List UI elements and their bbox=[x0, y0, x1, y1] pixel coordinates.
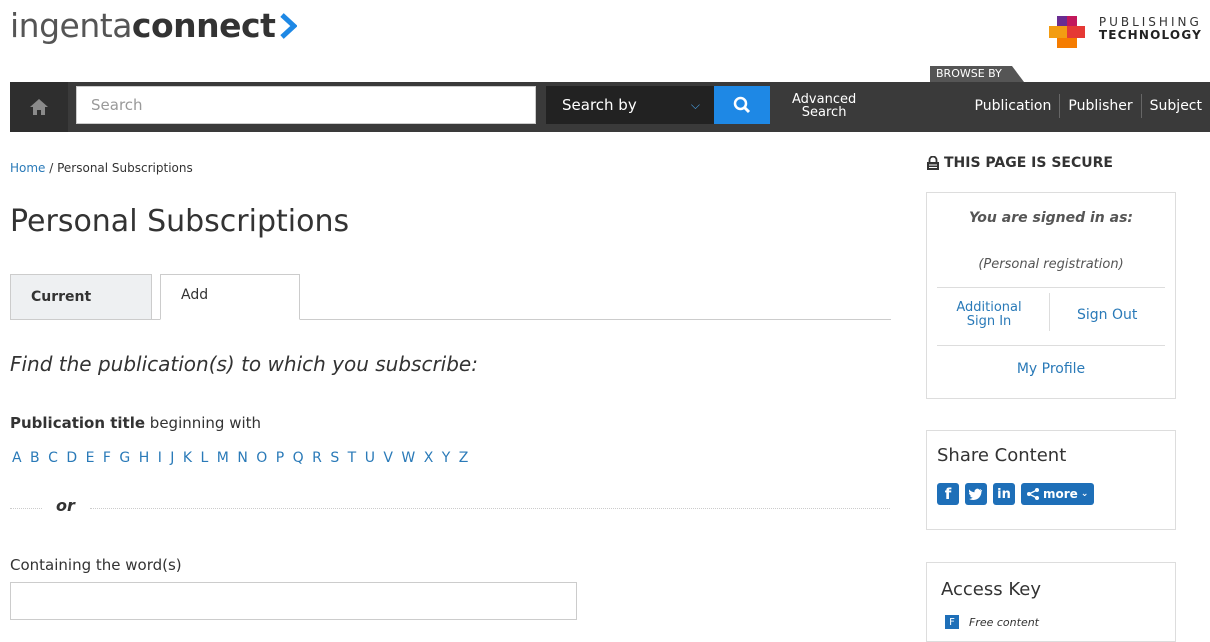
additional-line1: Additional bbox=[956, 300, 1022, 315]
browse-links: Publication Publisher Subject bbox=[967, 94, 1210, 118]
secure-text: THIS PAGE IS SECURE bbox=[944, 155, 1113, 171]
share-more-button[interactable]: more ⌄ bbox=[1021, 483, 1095, 505]
containing-words-label: Containing the word(s) bbox=[10, 556, 182, 574]
logo-chevron-icon bbox=[279, 8, 299, 47]
letter-link[interactable]: U bbox=[365, 450, 375, 466]
signed-in-panel: You are signed in as: (Personal registra… bbox=[926, 192, 1176, 399]
letter-link[interactable]: P bbox=[276, 450, 284, 466]
share-content-title: Share Content bbox=[937, 445, 1067, 466]
panel-divider bbox=[937, 345, 1165, 346]
tab-add[interactable]: Add bbox=[160, 274, 300, 320]
logo-bold-text: connect bbox=[131, 6, 276, 45]
search-by-label: Search by bbox=[562, 96, 637, 114]
home-icon bbox=[30, 99, 48, 115]
share-icons: f in more ⌄ bbox=[937, 483, 1095, 505]
free-content-label: Free content bbox=[969, 615, 1039, 629]
additional-line2: Sign In bbox=[966, 314, 1012, 329]
browse-publication-link[interactable]: Publication bbox=[967, 94, 1060, 118]
tab-current[interactable]: Current bbox=[10, 274, 152, 319]
pub-title-rest: beginning with bbox=[145, 414, 262, 432]
divider-line-left bbox=[10, 508, 42, 509]
browse-by-label: BROWSE BY bbox=[930, 66, 1024, 82]
publication-title-label: Publication title beginning with bbox=[10, 414, 261, 432]
letter-link[interactable]: A bbox=[12, 450, 22, 466]
access-key-free: F Free content bbox=[945, 615, 1039, 629]
letter-link[interactable]: N bbox=[237, 450, 247, 466]
letter-link[interactable]: X bbox=[424, 450, 434, 466]
advanced-line2: Search bbox=[801, 105, 847, 120]
subscription-tabs: Current Add bbox=[10, 274, 891, 320]
panel-divider bbox=[937, 287, 1165, 288]
share-icon bbox=[1027, 488, 1039, 500]
access-key-title: Access Key bbox=[941, 579, 1041, 600]
free-content-icon: F bbox=[945, 615, 959, 629]
secure-notice: THIS PAGE IS SECURE bbox=[926, 155, 1113, 171]
additional-sign-in-link[interactable]: Additional Sign In bbox=[941, 301, 1037, 329]
lock-icon bbox=[927, 156, 939, 170]
search-icon bbox=[733, 96, 751, 114]
twitter-icon[interactable] bbox=[965, 483, 987, 505]
browse-subject-link[interactable]: Subject bbox=[1140, 94, 1210, 118]
find-heading: Find the publication(s) to which you sub… bbox=[10, 352, 478, 376]
letter-link[interactable]: C bbox=[48, 450, 58, 466]
ingenta-logo[interactable]: ingentaconnect bbox=[10, 6, 299, 47]
my-profile-link[interactable]: My Profile bbox=[927, 361, 1175, 377]
letter-link[interactable]: B bbox=[30, 450, 40, 466]
or-label: or bbox=[56, 496, 75, 515]
search-by-dropdown[interactable]: Search by ⌵ bbox=[546, 86, 714, 124]
pt-mark-icon bbox=[1048, 16, 1089, 52]
letter-link[interactable]: Y bbox=[442, 450, 451, 466]
nav-bar: Search by ⌵ Advanced Search Publication … bbox=[10, 82, 1210, 132]
chevron-down-icon: ⌄ bbox=[1080, 489, 1089, 499]
breadcrumb-home-link[interactable]: Home bbox=[10, 161, 45, 175]
letter-link[interactable]: F bbox=[103, 450, 111, 466]
containing-words-input[interactable] bbox=[10, 582, 577, 620]
letter-link[interactable]: K bbox=[183, 450, 192, 466]
letter-link[interactable]: H bbox=[139, 450, 150, 466]
browse-publisher-link[interactable]: Publisher bbox=[1059, 94, 1140, 118]
letter-link[interactable]: W bbox=[401, 450, 415, 466]
share-content-panel: Share Content f in more ⌄ bbox=[926, 430, 1176, 530]
home-button[interactable] bbox=[10, 82, 68, 132]
alphabet-links: A B C D E F G H I J K L M N O P Q R S T … bbox=[12, 450, 472, 466]
letter-link[interactable]: O bbox=[256, 450, 267, 466]
site-header: ingentaconnect PUBLISHING TECHNOLOGY bbox=[0, 0, 1210, 80]
facebook-icon[interactable]: f bbox=[937, 483, 959, 505]
pub-title-bold: Publication title bbox=[10, 414, 146, 432]
publishing-technology-logo[interactable]: PUBLISHING TECHNOLOGY bbox=[1048, 16, 1202, 48]
letter-link[interactable]: R bbox=[312, 450, 322, 466]
advanced-search-link[interactable]: Advanced Search bbox=[792, 93, 856, 119]
letter-link[interactable]: J bbox=[170, 450, 174, 466]
letter-link[interactable]: M bbox=[217, 450, 229, 466]
letter-link[interactable]: S bbox=[330, 450, 339, 466]
sign-out-link[interactable]: Sign Out bbox=[1077, 307, 1137, 323]
linkedin-icon[interactable]: in bbox=[993, 483, 1015, 505]
access-key-panel: Access Key F Free content bbox=[926, 562, 1176, 642]
breadcrumb: Home / Personal Subscriptions bbox=[10, 161, 193, 175]
breadcrumb-separator: / bbox=[45, 161, 58, 175]
or-divider: or bbox=[10, 496, 891, 516]
registration-type: (Personal registration) bbox=[978, 257, 1124, 272]
signed-in-as-label: You are signed in as: bbox=[968, 210, 1134, 226]
letter-link[interactable]: Q bbox=[293, 450, 304, 466]
search-button[interactable] bbox=[714, 86, 770, 124]
logo-light-text: ingenta bbox=[10, 6, 132, 45]
pt-line2: TECHNOLOGY bbox=[1098, 28, 1202, 42]
letter-link[interactable]: V bbox=[383, 450, 393, 466]
letter-link[interactable]: T bbox=[348, 450, 357, 466]
breadcrumb-current: Personal Subscriptions bbox=[57, 161, 193, 175]
letter-link[interactable]: Z bbox=[459, 450, 469, 466]
letter-link[interactable]: L bbox=[201, 450, 209, 466]
divider-line-right bbox=[90, 508, 890, 509]
search-input[interactable] bbox=[76, 86, 536, 124]
page-title: Personal Subscriptions bbox=[10, 204, 350, 239]
chevron-down-icon: ⌵ bbox=[690, 98, 700, 112]
letter-link[interactable]: I bbox=[158, 450, 162, 466]
share-more-label: more bbox=[1043, 487, 1078, 501]
letter-link[interactable]: D bbox=[66, 450, 77, 466]
letter-link[interactable]: G bbox=[119, 450, 130, 466]
letter-link[interactable]: E bbox=[86, 450, 95, 466]
panel-vertical-divider bbox=[1049, 293, 1050, 331]
